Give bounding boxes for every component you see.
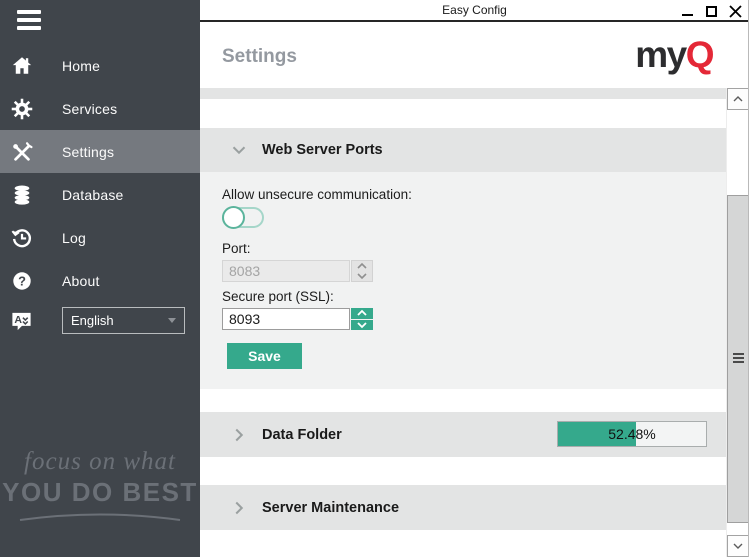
minimize-icon bbox=[682, 14, 693, 16]
settings-tools-icon bbox=[11, 141, 33, 163]
database-icon bbox=[11, 184, 33, 206]
section-title: Data Folder bbox=[262, 427, 342, 443]
allow-unsecure-label: Allow unsecure communication: bbox=[222, 187, 412, 202]
close-button[interactable] bbox=[728, 4, 743, 19]
spinner-down-button bbox=[352, 271, 372, 281]
sidebar-item-label: Services bbox=[62, 101, 117, 117]
save-button[interactable]: Save bbox=[227, 343, 302, 369]
secure-port-input[interactable] bbox=[222, 308, 350, 330]
minimize-button[interactable] bbox=[680, 4, 695, 19]
secure-port-spinner bbox=[351, 308, 373, 330]
data-folder-usage-bar: 52.48% bbox=[557, 421, 707, 447]
allow-unsecure-toggle[interactable] bbox=[222, 207, 264, 228]
sidebar-item-settings[interactable]: Settings bbox=[0, 130, 200, 173]
port-input bbox=[222, 260, 350, 282]
myq-logo: myQ bbox=[635, 34, 713, 76]
sidebar-item-services[interactable]: Services bbox=[0, 87, 200, 130]
scrollbar-down-button[interactable] bbox=[727, 535, 749, 557]
sidebar-item-log[interactable]: Log bbox=[0, 216, 200, 259]
close-icon bbox=[729, 5, 742, 18]
watermark-line2: YOU DO BEST bbox=[0, 477, 200, 508]
window-controls bbox=[680, 3, 743, 19]
scrollbar-thumb[interactable] bbox=[727, 195, 749, 523]
language-select[interactable]: English bbox=[62, 307, 185, 334]
chevron-right-icon bbox=[228, 497, 250, 519]
language-selected-value: English bbox=[71, 313, 114, 328]
toggle-knob bbox=[222, 206, 245, 229]
spinner-down-button[interactable] bbox=[351, 320, 373, 331]
watermark-underline bbox=[15, 508, 185, 524]
hamburger-menu-button[interactable] bbox=[17, 10, 41, 31]
settings-scroll-area: Web Server Ports Allow unsecure communic… bbox=[200, 88, 749, 557]
sidebar-item-database[interactable]: Database bbox=[0, 173, 200, 216]
chevron-down-icon bbox=[732, 542, 744, 550]
sidebar-item-label: Database bbox=[62, 187, 124, 203]
sidebar-item-label: Settings bbox=[62, 144, 114, 160]
sidebar-item-label: About bbox=[62, 273, 100, 289]
secure-port-label: Secure port (SSL): bbox=[222, 289, 334, 304]
section-title: Web Server Ports bbox=[262, 142, 383, 158]
sidebar: Home Services Settings Database bbox=[0, 0, 200, 557]
section-header-web-server-ports[interactable]: Web Server Ports bbox=[200, 128, 726, 172]
chevron-down-icon bbox=[228, 139, 250, 161]
spinner-up-button[interactable] bbox=[351, 308, 373, 319]
vertical-scrollbar[interactable] bbox=[726, 88, 749, 557]
svg-text:?: ? bbox=[18, 273, 26, 288]
page-header: Settings myQ bbox=[200, 24, 749, 88]
section-header-server-maintenance[interactable]: Server Maintenance bbox=[200, 485, 726, 530]
logo-text-q: Q bbox=[686, 34, 713, 75]
logo-text-my: my bbox=[635, 34, 685, 75]
section-header-data-folder[interactable]: Data Folder 52.48% bbox=[200, 412, 726, 457]
log-history-icon bbox=[11, 227, 33, 249]
about-question-icon: ? bbox=[11, 270, 33, 292]
secure-port-field-row bbox=[222, 308, 373, 330]
brand-watermark: focus on what YOU DO BEST bbox=[0, 448, 200, 529]
sidebar-item-label: Log bbox=[62, 230, 86, 246]
page-title: Settings bbox=[222, 46, 297, 68]
chevron-up-icon bbox=[732, 95, 744, 103]
section-title: Server Maintenance bbox=[262, 500, 399, 516]
svg-text:A: A bbox=[14, 313, 22, 325]
easy-config-window: Home Services Settings Database bbox=[0, 0, 749, 557]
chevron-right-icon bbox=[228, 424, 250, 446]
window-titlebar: Easy Config bbox=[200, 0, 749, 22]
port-field-row bbox=[222, 260, 373, 282]
maximize-icon bbox=[706, 6, 717, 17]
translate-icon: A bbox=[10, 310, 33, 333]
port-label: Port: bbox=[222, 241, 251, 256]
settings-content: Web Server Ports Allow unsecure communic… bbox=[200, 88, 726, 557]
sidebar-item-label: Home bbox=[62, 58, 100, 74]
chevron-down-icon bbox=[168, 318, 176, 323]
scrolled-section-edge bbox=[200, 88, 726, 99]
window-title: Easy Config bbox=[200, 3, 749, 17]
scrollbar-up-button[interactable] bbox=[727, 88, 749, 110]
web-server-ports-panel: Allow unsecure communication: Port: Secu… bbox=[200, 172, 726, 389]
main-area: Easy Config Settings myQ bbox=[200, 0, 749, 557]
port-spinner bbox=[351, 260, 373, 282]
sidebar-nav: Home Services Settings Database bbox=[0, 44, 200, 302]
home-icon bbox=[11, 55, 33, 77]
maximize-button[interactable] bbox=[704, 4, 719, 19]
data-folder-usage-percent: 52.48% bbox=[558, 426, 706, 442]
watermark-line1: focus on what bbox=[0, 448, 200, 476]
sidebar-item-about[interactable]: ? About bbox=[0, 259, 200, 302]
sidebar-item-home[interactable]: Home bbox=[0, 44, 200, 87]
scrollbar-grip-icon bbox=[733, 353, 744, 365]
language-row: A English bbox=[0, 303, 200, 339]
services-gear-icon bbox=[11, 98, 33, 120]
spinner-up-button bbox=[352, 261, 372, 271]
